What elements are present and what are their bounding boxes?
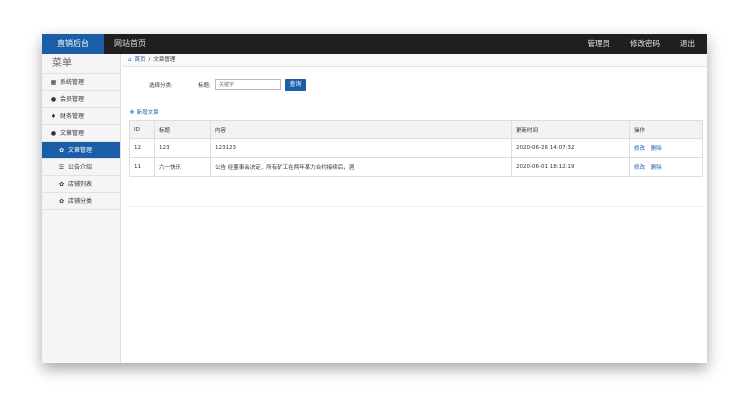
main-content: ⌂ 首页 / 文章管理 选择分类: 标题: 查询 + 新增文章 ID 标题 内容… bbox=[122, 54, 707, 363]
cell-title: 123 bbox=[154, 138, 211, 158]
breadcrumb-separator: / bbox=[148, 56, 151, 63]
gear-icon: ✿ bbox=[58, 180, 65, 188]
table-row: 12 123 123123 2020-06-26 14:07:32 修改 删除 bbox=[129, 138, 703, 158]
top-bar: 直销后台 网站首页 管理员 修改密码 退出 bbox=[42, 34, 707, 54]
cell-title: 六一快乐 bbox=[154, 157, 211, 177]
brand-logo[interactable]: 直销后台 bbox=[42, 34, 104, 54]
category-label: 选择分类: bbox=[149, 83, 173, 89]
nav-home-link[interactable]: 网站首页 bbox=[114, 34, 146, 54]
breadcrumb-home[interactable]: 首页 bbox=[135, 54, 146, 67]
table-header-row: ID 标题 内容 更新时间 操作 bbox=[129, 120, 703, 139]
column-header: ID bbox=[129, 120, 155, 139]
filter-bar: 选择分类: 标题: 查询 bbox=[122, 75, 707, 93]
sidebar: 菜单 ▦ 系统管理 ● 会员管理 ♦ 财务管理 ● 文章管理 ✿ 文章管理 ☰ … bbox=[42, 54, 121, 363]
sidebar-item-label: 文章管理 bbox=[60, 129, 85, 137]
cell-actions: 修改 删除 bbox=[629, 157, 703, 177]
edit-link[interactable]: 修改 bbox=[634, 165, 645, 171]
sidebar-item-label: 财务管理 bbox=[60, 112, 85, 120]
cell-id: 12 bbox=[129, 138, 155, 158]
cell-content: 公告 经董事会决定，所有矿工在两年某力合约接续后，酒 bbox=[210, 157, 512, 177]
sidebar-subitem-shop-category[interactable]: ✿ 店铺分类 bbox=[42, 193, 120, 210]
column-header: 标题 bbox=[154, 120, 211, 139]
sidebar-subitem-label: 店铺列表 bbox=[68, 180, 93, 188]
cell-content: 123123 bbox=[210, 138, 512, 158]
delete-link[interactable]: 删除 bbox=[651, 165, 662, 171]
app-window: 直销后台 网站首页 管理员 修改密码 退出 菜单 ▦ 系统管理 ● 会员管理 ♦… bbox=[42, 34, 707, 363]
breadcrumb-current: 文章管理 bbox=[153, 56, 176, 63]
sidebar-item-label: 会员管理 bbox=[60, 95, 85, 103]
cell-actions: 修改 删除 bbox=[629, 138, 703, 158]
top-right-menu: 管理员 修改密码 退出 bbox=[588, 34, 696, 54]
sidebar-subitem-shop-list[interactable]: ✿ 店铺列表 bbox=[42, 176, 120, 193]
home-icon[interactable]: ⌂ bbox=[128, 54, 132, 67]
column-header: 操作 bbox=[629, 120, 703, 139]
list-icon: ☰ bbox=[58, 163, 65, 171]
breadcrumb: ⌂ 首页 / 文章管理 bbox=[122, 54, 707, 67]
title-label: 标题: bbox=[198, 83, 211, 89]
grid-icon: ▦ bbox=[50, 78, 57, 86]
user-icon: ● bbox=[50, 129, 57, 137]
cell-id: 11 bbox=[129, 157, 155, 177]
sidebar-subitem-label: 公告介绍 bbox=[68, 163, 93, 171]
add-article-label: 新增文章 bbox=[136, 110, 159, 116]
column-header: 更新时间 bbox=[511, 120, 630, 139]
sidebar-item-articles[interactable]: ● 文章管理 bbox=[42, 125, 120, 142]
search-input[interactable] bbox=[215, 79, 281, 90]
sidebar-subitem-announcement[interactable]: ☰ 公告介绍 bbox=[42, 159, 120, 176]
sidebar-subitem-label: 店铺分类 bbox=[68, 197, 93, 205]
gear-icon: ✿ bbox=[58, 146, 65, 154]
column-header: 内容 bbox=[210, 120, 512, 139]
edit-link[interactable]: 修改 bbox=[634, 146, 645, 152]
sidebar-item-system[interactable]: ▦ 系统管理 bbox=[42, 74, 120, 91]
cell-time: 2020-06-01 18:12:19 bbox=[511, 157, 630, 177]
sidebar-subitem-article-manage[interactable]: ✿ 文章管理 bbox=[42, 142, 120, 159]
logout-link[interactable]: 退出 bbox=[680, 34, 695, 54]
query-button[interactable]: 查询 bbox=[285, 79, 306, 91]
gear-icon: ✿ bbox=[58, 197, 65, 205]
article-table: ID 标题 内容 更新时间 操作 12 123 123123 2020-06-2… bbox=[129, 120, 703, 177]
money-icon: ♦ bbox=[50, 112, 57, 120]
cell-time: 2020-06-26 14:07:32 bbox=[511, 138, 630, 158]
menu-title: 菜单 bbox=[42, 54, 120, 74]
sidebar-item-members[interactable]: ● 会员管理 bbox=[42, 91, 120, 108]
plus-icon: + bbox=[129, 108, 135, 116]
change-password-link[interactable]: 修改密码 bbox=[630, 34, 660, 54]
sidebar-item-label: 系统管理 bbox=[60, 78, 85, 86]
delete-link[interactable]: 删除 bbox=[651, 146, 662, 152]
sidebar-subitem-label: 文章管理 bbox=[68, 146, 93, 154]
sidebar-item-finance[interactable]: ♦ 财务管理 bbox=[42, 108, 120, 125]
admin-link[interactable]: 管理员 bbox=[588, 34, 611, 54]
table-row: 11 六一快乐 公告 经董事会决定，所有矿工在两年某力合约接续后，酒 2020-… bbox=[129, 157, 703, 177]
add-article-link[interactable]: + 新增文章 bbox=[129, 108, 159, 116]
user-icon: ● bbox=[50, 95, 57, 103]
divider bbox=[129, 206, 703, 207]
